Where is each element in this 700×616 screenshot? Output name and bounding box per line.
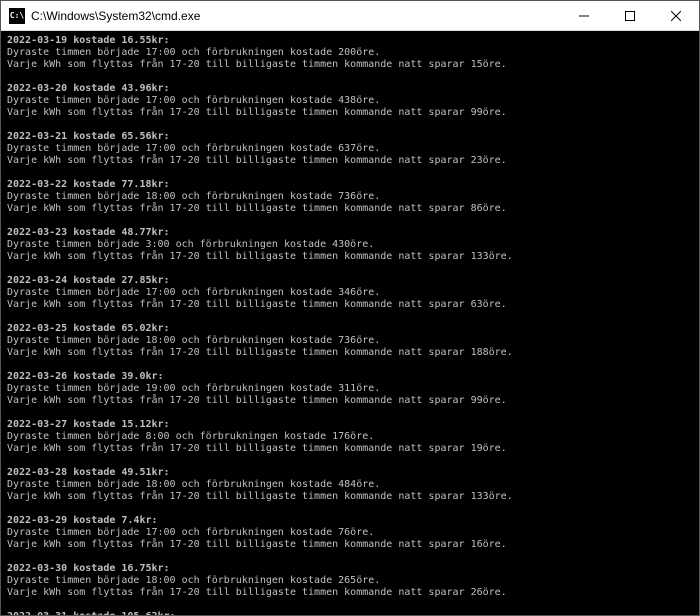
- entry-line: Dyraste timmen började 19:00 och förbruk…: [7, 383, 693, 395]
- entry-header: 2022-03-24 kostade 27.85kr:: [7, 275, 693, 287]
- console-output[interactable]: 2022-03-19 kostade 16.55kr:Dyraste timme…: [1, 31, 699, 615]
- entry-line: Dyraste timmen började 17:00 och förbruk…: [7, 143, 693, 155]
- cmd-window: C:\ C:\Windows\System32\cmd.exe 2022-03-…: [0, 0, 700, 616]
- entry-header: 2022-03-31 kostade 105.62kr:: [7, 611, 693, 615]
- minimize-icon: [579, 11, 589, 21]
- entry-header: 2022-03-27 kostade 15.12kr:: [7, 419, 693, 431]
- entry-header: 2022-03-30 kostade 16.75kr:: [7, 563, 693, 575]
- log-entry: 2022-03-30 kostade 16.75kr:Dyraste timme…: [7, 563, 693, 599]
- entry-line: Varje kWh som flyttas från 17-20 till bi…: [7, 59, 693, 71]
- entry-line: Varje kWh som flyttas från 17-20 till bi…: [7, 299, 693, 311]
- entry-line: Varje kWh som flyttas från 17-20 till bi…: [7, 107, 693, 119]
- entry-header: 2022-03-22 kostade 77.18kr:: [7, 179, 693, 191]
- entry-line: Dyraste timmen började 17:00 och förbruk…: [7, 287, 693, 299]
- entry-line: Dyraste timmen började 18:00 och förbruk…: [7, 191, 693, 203]
- entry-header: 2022-03-19 kostade 16.55kr:: [7, 35, 693, 47]
- log-entry: 2022-03-29 kostade 7.4kr:Dyraste timmen …: [7, 515, 693, 551]
- log-entry: 2022-03-26 kostade 39.0kr:Dyraste timmen…: [7, 371, 693, 407]
- entry-line: Varje kWh som flyttas från 17-20 till bi…: [7, 395, 693, 407]
- entry-header: 2022-03-25 kostade 65.02kr:: [7, 323, 693, 335]
- entry-line: Varje kWh som flyttas från 17-20 till bi…: [7, 155, 693, 167]
- log-entry: 2022-03-19 kostade 16.55kr:Dyraste timme…: [7, 35, 693, 71]
- entry-line: Dyraste timmen började 17:00 och förbruk…: [7, 527, 693, 539]
- log-entry: 2022-03-21 kostade 65.56kr:Dyraste timme…: [7, 131, 693, 167]
- log-entry: 2022-03-22 kostade 77.18kr:Dyraste timme…: [7, 179, 693, 215]
- log-entry: 2022-03-25 kostade 65.02kr:Dyraste timme…: [7, 323, 693, 359]
- entry-header: 2022-03-28 kostade 49.51kr:: [7, 467, 693, 479]
- entry-line: Dyraste timmen började 18:00 och förbruk…: [7, 479, 693, 491]
- entry-line: Dyraste timmen började 17:00 och förbruk…: [7, 95, 693, 107]
- entry-line: Varje kWh som flyttas från 17-20 till bi…: [7, 203, 693, 215]
- log-entry: 2022-03-20 kostade 43.96kr:Dyraste timme…: [7, 83, 693, 119]
- entry-header: 2022-03-29 kostade 7.4kr:: [7, 515, 693, 527]
- cmd-icon: C:\: [9, 8, 25, 24]
- entry-header: 2022-03-23 kostade 48.77kr:: [7, 227, 693, 239]
- close-icon: [671, 11, 681, 21]
- close-button[interactable]: [653, 1, 699, 31]
- entry-line: Dyraste timmen började 18:00 och förbruk…: [7, 335, 693, 347]
- log-entry: 2022-03-24 kostade 27.85kr:Dyraste timme…: [7, 275, 693, 311]
- entry-header: 2022-03-26 kostade 39.0kr:: [7, 371, 693, 383]
- entry-line: Dyraste timmen började 18:00 och förbruk…: [7, 575, 693, 587]
- entry-line: Varje kWh som flyttas från 17-20 till bi…: [7, 539, 693, 551]
- maximize-icon: [625, 11, 635, 21]
- log-entry: 2022-03-27 kostade 15.12kr:Dyraste timme…: [7, 419, 693, 455]
- entry-line: Dyraste timmen började 3:00 och förbrukn…: [7, 239, 693, 251]
- entry-header: 2022-03-20 kostade 43.96kr:: [7, 83, 693, 95]
- titlebar[interactable]: C:\ C:\Windows\System32\cmd.exe: [1, 1, 699, 31]
- log-entry: 2022-03-31 kostade 105.62kr:Dyraste timm…: [7, 611, 693, 615]
- entry-line: Varje kWh som flyttas från 17-20 till bi…: [7, 347, 693, 359]
- maximize-button[interactable]: [607, 1, 653, 31]
- entry-line: Varje kWh som flyttas från 17-20 till bi…: [7, 251, 693, 263]
- log-entry: 2022-03-28 kostade 49.51kr:Dyraste timme…: [7, 467, 693, 503]
- minimize-button[interactable]: [561, 1, 607, 31]
- window-title: C:\Windows\System32\cmd.exe: [31, 9, 561, 23]
- entry-header: 2022-03-21 kostade 65.56kr:: [7, 131, 693, 143]
- entry-line: Dyraste timmen började 17:00 och förbruk…: [7, 47, 693, 59]
- log-entry: 2022-03-23 kostade 48.77kr:Dyraste timme…: [7, 227, 693, 263]
- entry-line: Varje kWh som flyttas från 17-20 till bi…: [7, 587, 693, 599]
- entry-line: Varje kWh som flyttas från 17-20 till bi…: [7, 491, 693, 503]
- entry-line: Dyraste timmen började 8:00 och förbrukn…: [7, 431, 693, 443]
- entry-line: Varje kWh som flyttas från 17-20 till bi…: [7, 443, 693, 455]
